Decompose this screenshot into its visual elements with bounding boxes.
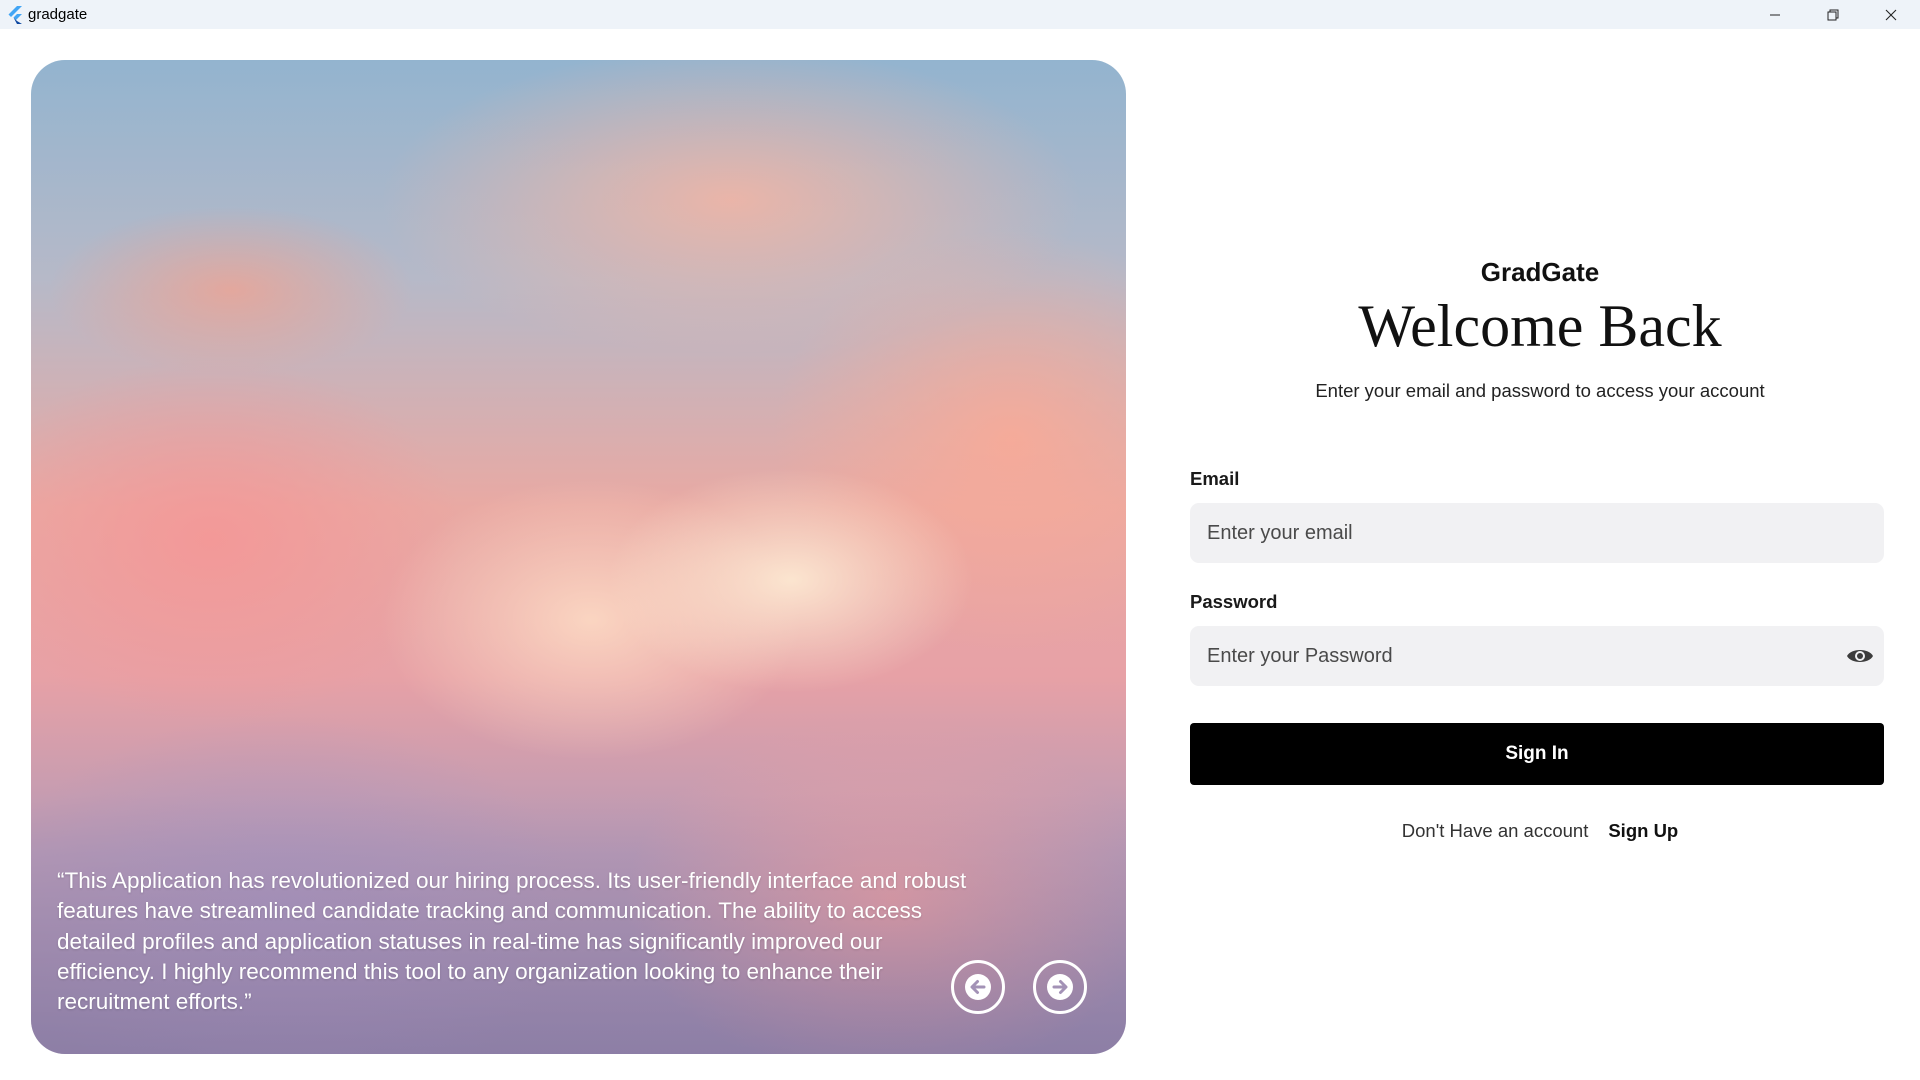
page-title: Welcome Back bbox=[1358, 293, 1722, 359]
password-field[interactable] bbox=[1205, 643, 1825, 669]
hero-image-panel: “This Application has revolutionized our… bbox=[31, 60, 1126, 1054]
email-label: Email bbox=[1190, 468, 1240, 489]
email-field-container[interactable] bbox=[1190, 503, 1884, 563]
testimonial-next-button[interactable] bbox=[1033, 960, 1087, 1014]
password-label: Password bbox=[1190, 591, 1278, 612]
eye-icon bbox=[1847, 650, 1873, 662]
no-account-text: Don't Have an account bbox=[1401, 820, 1589, 841]
password-field-container[interactable] bbox=[1190, 626, 1884, 686]
testimonial-prev-button[interactable] bbox=[951, 960, 1005, 1014]
password-visibility-toggle[interactable] bbox=[1846, 644, 1874, 668]
page-subtitle: Enter your email and password to access … bbox=[1315, 380, 1765, 401]
sign-in-button[interactable]: Sign In bbox=[1190, 723, 1884, 785]
window-title: gradgate bbox=[28, 6, 88, 23]
signup-row: Don't Have an account Sign Up bbox=[1190, 820, 1890, 842]
arrow-right-circle-icon bbox=[1047, 974, 1073, 1000]
signin-panel: GradGate Welcome Back Enter your email a… bbox=[1190, 0, 1890, 1080]
sign-up-link[interactable]: Sign Up bbox=[1608, 820, 1678, 842]
testimonial-quote: “This Application has revolutionized our… bbox=[57, 868, 967, 1015]
email-field[interactable] bbox=[1205, 520, 1825, 546]
arrow-left-circle-icon bbox=[965, 974, 991, 1000]
flutter-logo-icon bbox=[5, 5, 25, 25]
brand-name: GradGate bbox=[1480, 257, 1600, 287]
